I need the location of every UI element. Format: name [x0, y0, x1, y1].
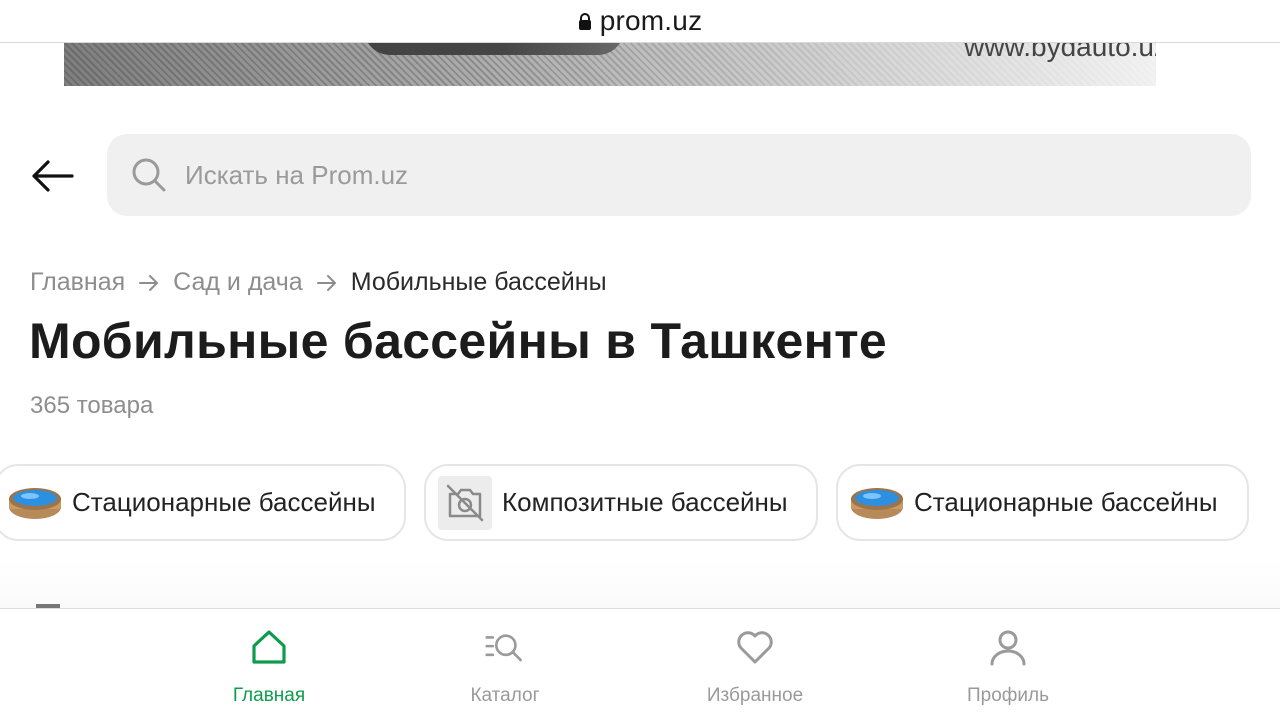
user-icon: [990, 630, 1026, 666]
heart-icon: [737, 631, 773, 664]
breadcrumb-home[interactable]: Главная: [30, 268, 125, 297]
nav-catalog-label: Каталог: [470, 685, 540, 706]
breadcrumb: Главная Сад и дача Мобильные бассейны: [30, 268, 607, 297]
banner-site-text: www.bydauto.uz: [964, 43, 1156, 62]
ad-banner[interactable]: www.bydauto.uz: [64, 43, 1156, 86]
home-icon: [252, 630, 286, 664]
nav-favorites-label: Избранное: [706, 685, 804, 706]
nav-home-label: Главная: [232, 685, 306, 706]
search-icon: [132, 158, 166, 192]
product-count: 365 товара: [30, 392, 154, 419]
nav-profile[interactable]: Профиль: [928, 609, 1088, 709]
pool-image: [8, 476, 62, 530]
chip-label: Композитные бассейны: [502, 487, 788, 517]
breadcrumb-current: Мобильные бассейны: [350, 268, 607, 296]
pool-image: [850, 476, 904, 530]
url-text: prom.uz: [599, 5, 703, 36]
chip-label: Стационарные бассейны: [914, 487, 1218, 517]
content-fade: [0, 560, 1280, 610]
no-image-icon: [438, 475, 492, 530]
nav-favorites[interactable]: Избранное: [675, 609, 835, 709]
category-chip-stationary-pools[interactable]: Стационарные бассейны: [0, 464, 406, 541]
nav-profile-label: Профиль: [966, 685, 1050, 706]
lock-icon: [578, 12, 591, 30]
page-title: Мобильные бассейны в Ташкенте: [29, 313, 887, 369]
search-bar[interactable]: [107, 134, 1251, 216]
chip-label: Стационарные бассейны: [72, 487, 376, 517]
nav-home[interactable]: Главная: [189, 609, 349, 709]
nav-catalog[interactable]: Каталог: [425, 609, 585, 709]
catalog-search-icon: [485, 634, 522, 662]
bottom-nav: Главная Каталог Избранное Профиль: [0, 608, 1280, 719]
arrow-left-icon: [32, 160, 74, 192]
browser-url-bar[interactable]: prom.uz: [0, 0, 1280, 43]
arrow-right-icon: [316, 274, 336, 291]
category-chip-stationary-pools-2[interactable]: Стационарные бассейны: [836, 464, 1249, 541]
arrow-right-icon: [139, 274, 159, 291]
breadcrumb-category[interactable]: Сад и дача: [173, 268, 303, 297]
back-button[interactable]: [24, 152, 80, 200]
search-input[interactable]: [185, 159, 1085, 191]
category-chip-composite-pools[interactable]: Композитные бассейны: [424, 464, 818, 541]
